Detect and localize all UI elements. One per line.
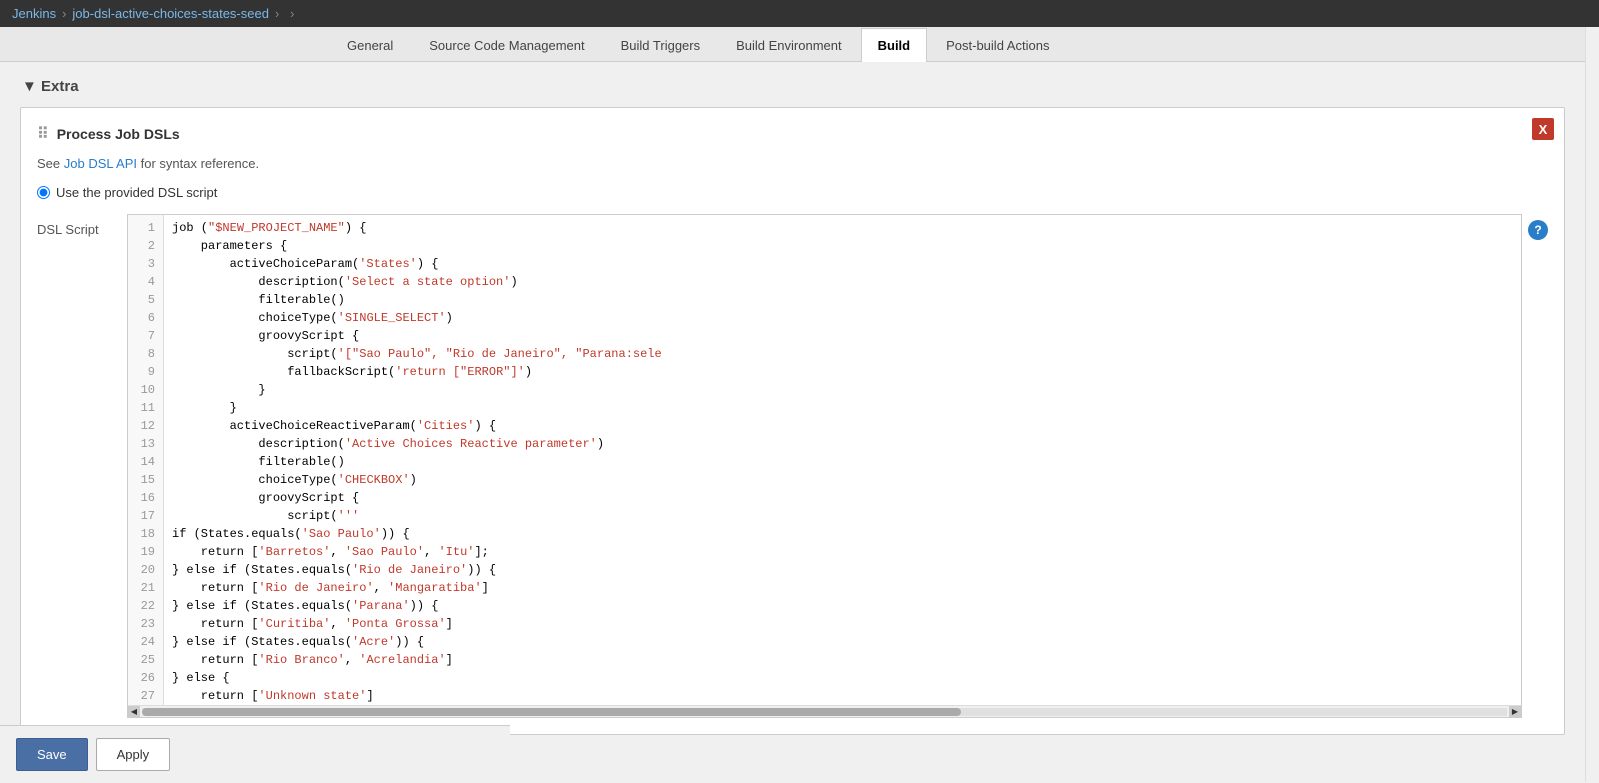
- main-container: General Source Code Management Build Tri…: [0, 27, 1599, 782]
- card-title-text: Process Job DSLs: [57, 126, 180, 142]
- save-button[interactable]: Save: [16, 738, 88, 771]
- line-numbers: 12345 678910 1112131415 1617181920 21222…: [128, 215, 164, 705]
- tabs-bar: General Source Code Management Build Tri…: [0, 27, 1585, 62]
- tab-source-code[interactable]: Source Code Management: [412, 28, 601, 62]
- tab-build-triggers[interactable]: Build Triggers: [604, 28, 717, 62]
- breadcrumb-jenkins[interactable]: Jenkins: [12, 6, 56, 21]
- scrollbar-left-arrow[interactable]: ◀: [128, 706, 140, 718]
- job-dsl-api-link[interactable]: Job DSL API: [64, 156, 137, 171]
- code-editor[interactable]: 12345 678910 1112131415 1617181920 21222…: [128, 215, 1521, 705]
- radio-provided-dsl[interactable]: [37, 186, 50, 199]
- card-title: ⠿ Process Job DSLs: [37, 124, 1548, 144]
- apply-button[interactable]: Apply: [96, 738, 171, 771]
- dsl-row: DSL Script 12345 678910 1112131415 16171…: [37, 214, 1548, 718]
- section-header: ▼ Extra: [20, 78, 1565, 95]
- help-button[interactable]: ?: [1528, 220, 1548, 240]
- scrollbar-track[interactable]: [142, 708, 1507, 716]
- info-suffix: for syntax reference.: [137, 156, 259, 171]
- process-job-dsls-card: ⠿ Process Job DSLs X See Job DSL API for…: [20, 107, 1565, 735]
- breadcrumb-separator-1: ›: [62, 6, 66, 21]
- dsl-label: DSL Script: [37, 214, 117, 237]
- bottom-buttons: Save Apply: [0, 725, 510, 783]
- drag-handle-icon[interactable]: ⠿: [37, 124, 49, 144]
- breadcrumb-separator-2: ›: [275, 6, 279, 21]
- close-button[interactable]: X: [1532, 118, 1554, 140]
- editor-scrollbar[interactable]: ◀ ▶: [128, 705, 1521, 717]
- tab-general[interactable]: General: [330, 28, 410, 62]
- tab-post-build[interactable]: Post-build Actions: [929, 28, 1066, 62]
- page-content: ▼ Extra ⠿ Process Job DSLs X See Job DSL…: [0, 62, 1585, 767]
- content-area: General Source Code Management Build Tri…: [0, 27, 1585, 782]
- right-scrollbar[interactable]: [1585, 27, 1599, 782]
- breadcrumb-chevron-icon: ›: [285, 7, 299, 21]
- info-prefix: See: [37, 156, 64, 171]
- code-content[interactable]: job ("$NEW_PROJECT_NAME") { parameters {…: [164, 215, 1521, 705]
- code-editor-wrapper: 12345 678910 1112131415 1617181920 21222…: [127, 214, 1522, 718]
- scrollbar-right-arrow[interactable]: ▶: [1509, 706, 1521, 718]
- radio-option: Use the provided DSL script: [37, 185, 1548, 200]
- scrollbar-thumb[interactable]: [142, 708, 961, 716]
- dsl-editor-container: 12345 678910 1112131415 1617181920 21222…: [127, 214, 1548, 718]
- radio-provided-label[interactable]: Use the provided DSL script: [56, 185, 217, 200]
- breadcrumb-bar: Jenkins › job-dsl-active-choices-states-…: [0, 0, 1599, 27]
- tab-build[interactable]: Build: [861, 28, 928, 62]
- breadcrumb-job[interactable]: job-dsl-active-choices-states-seed: [72, 6, 269, 21]
- tab-build-environment[interactable]: Build Environment: [719, 28, 859, 62]
- info-text: See Job DSL API for syntax reference.: [37, 156, 1548, 171]
